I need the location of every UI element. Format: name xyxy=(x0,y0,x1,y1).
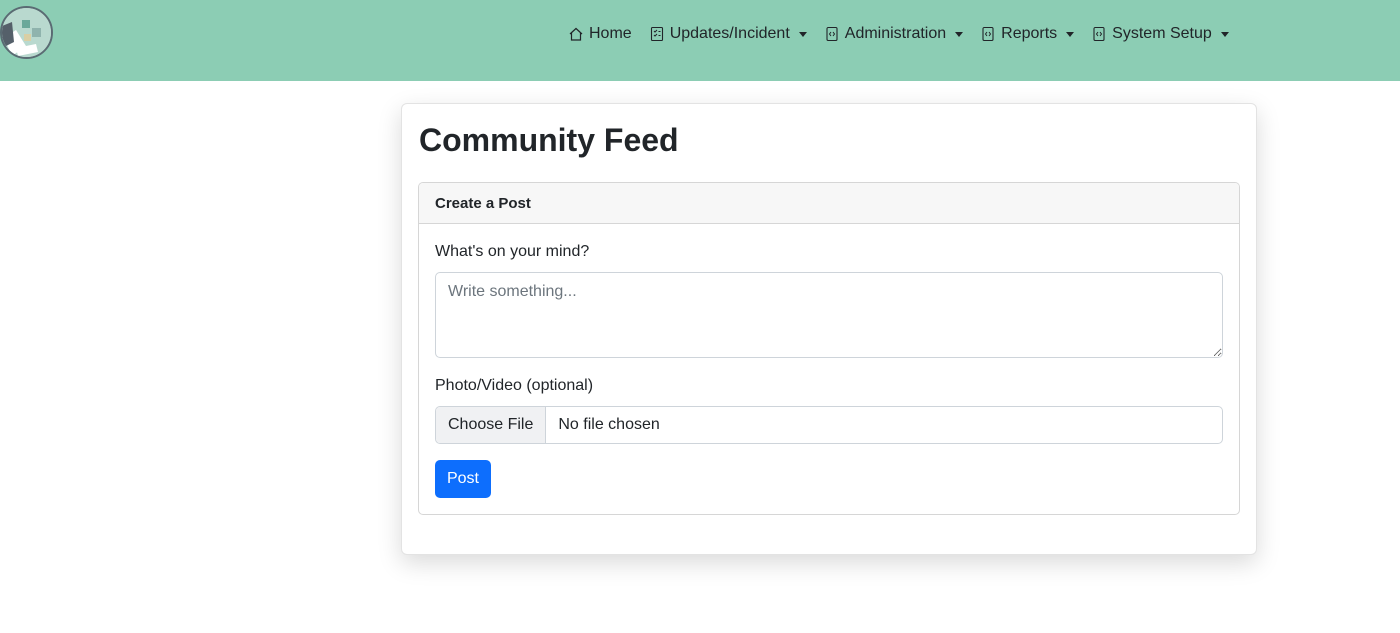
nav-home-label: Home xyxy=(589,25,632,42)
nav-administration[interactable]: Administration xyxy=(824,25,964,43)
nav-updates-incident-label: Updates/Incident xyxy=(669,25,790,42)
file-code-icon xyxy=(980,26,996,42)
file-input[interactable]: Choose File No file chosen xyxy=(435,406,1223,444)
file-code-icon xyxy=(824,26,840,42)
community-feed-panel: Community Feed Create a Post What's on y… xyxy=(401,103,1257,555)
house-icon xyxy=(568,26,584,42)
checklist-icon xyxy=(649,26,665,42)
top-navbar: Home Updates/Incident Administration Rep… xyxy=(0,0,1400,81)
page-title: Community Feed xyxy=(419,122,679,158)
caret-down-icon xyxy=(1220,31,1229,37)
choose-file-button[interactable]: Choose File xyxy=(436,407,547,443)
file-code-icon xyxy=(1091,26,1107,42)
mind-label: What's on your mind? xyxy=(435,243,590,260)
nav-reports[interactable]: Reports xyxy=(980,25,1075,43)
main-nav: Home Updates/Incident Administration Rep… xyxy=(568,22,1246,46)
nav-reports-label: Reports xyxy=(1001,25,1058,42)
nav-home[interactable]: Home xyxy=(568,25,632,43)
nav-administration-label: Administration xyxy=(844,25,947,42)
nav-updates-incident[interactable]: Updates/Incident xyxy=(649,25,807,43)
brand-logo[interactable] xyxy=(0,6,53,59)
create-post-header: Create a Post xyxy=(419,183,1239,224)
caret-down-icon xyxy=(798,31,807,37)
post-button[interactable]: Post xyxy=(435,460,491,498)
media-label: Photo/Video (optional) xyxy=(435,377,594,394)
caret-down-icon xyxy=(955,31,964,37)
caret-down-icon xyxy=(1066,31,1075,37)
post-text-input[interactable] xyxy=(435,272,1223,358)
nav-system-setup[interactable]: System Setup xyxy=(1091,25,1229,43)
nav-system-setup-label: System Setup xyxy=(1112,25,1212,42)
file-status-text: No file chosen xyxy=(558,416,660,433)
create-post-card: Create a Post What's on your mind? Photo… xyxy=(418,182,1240,515)
